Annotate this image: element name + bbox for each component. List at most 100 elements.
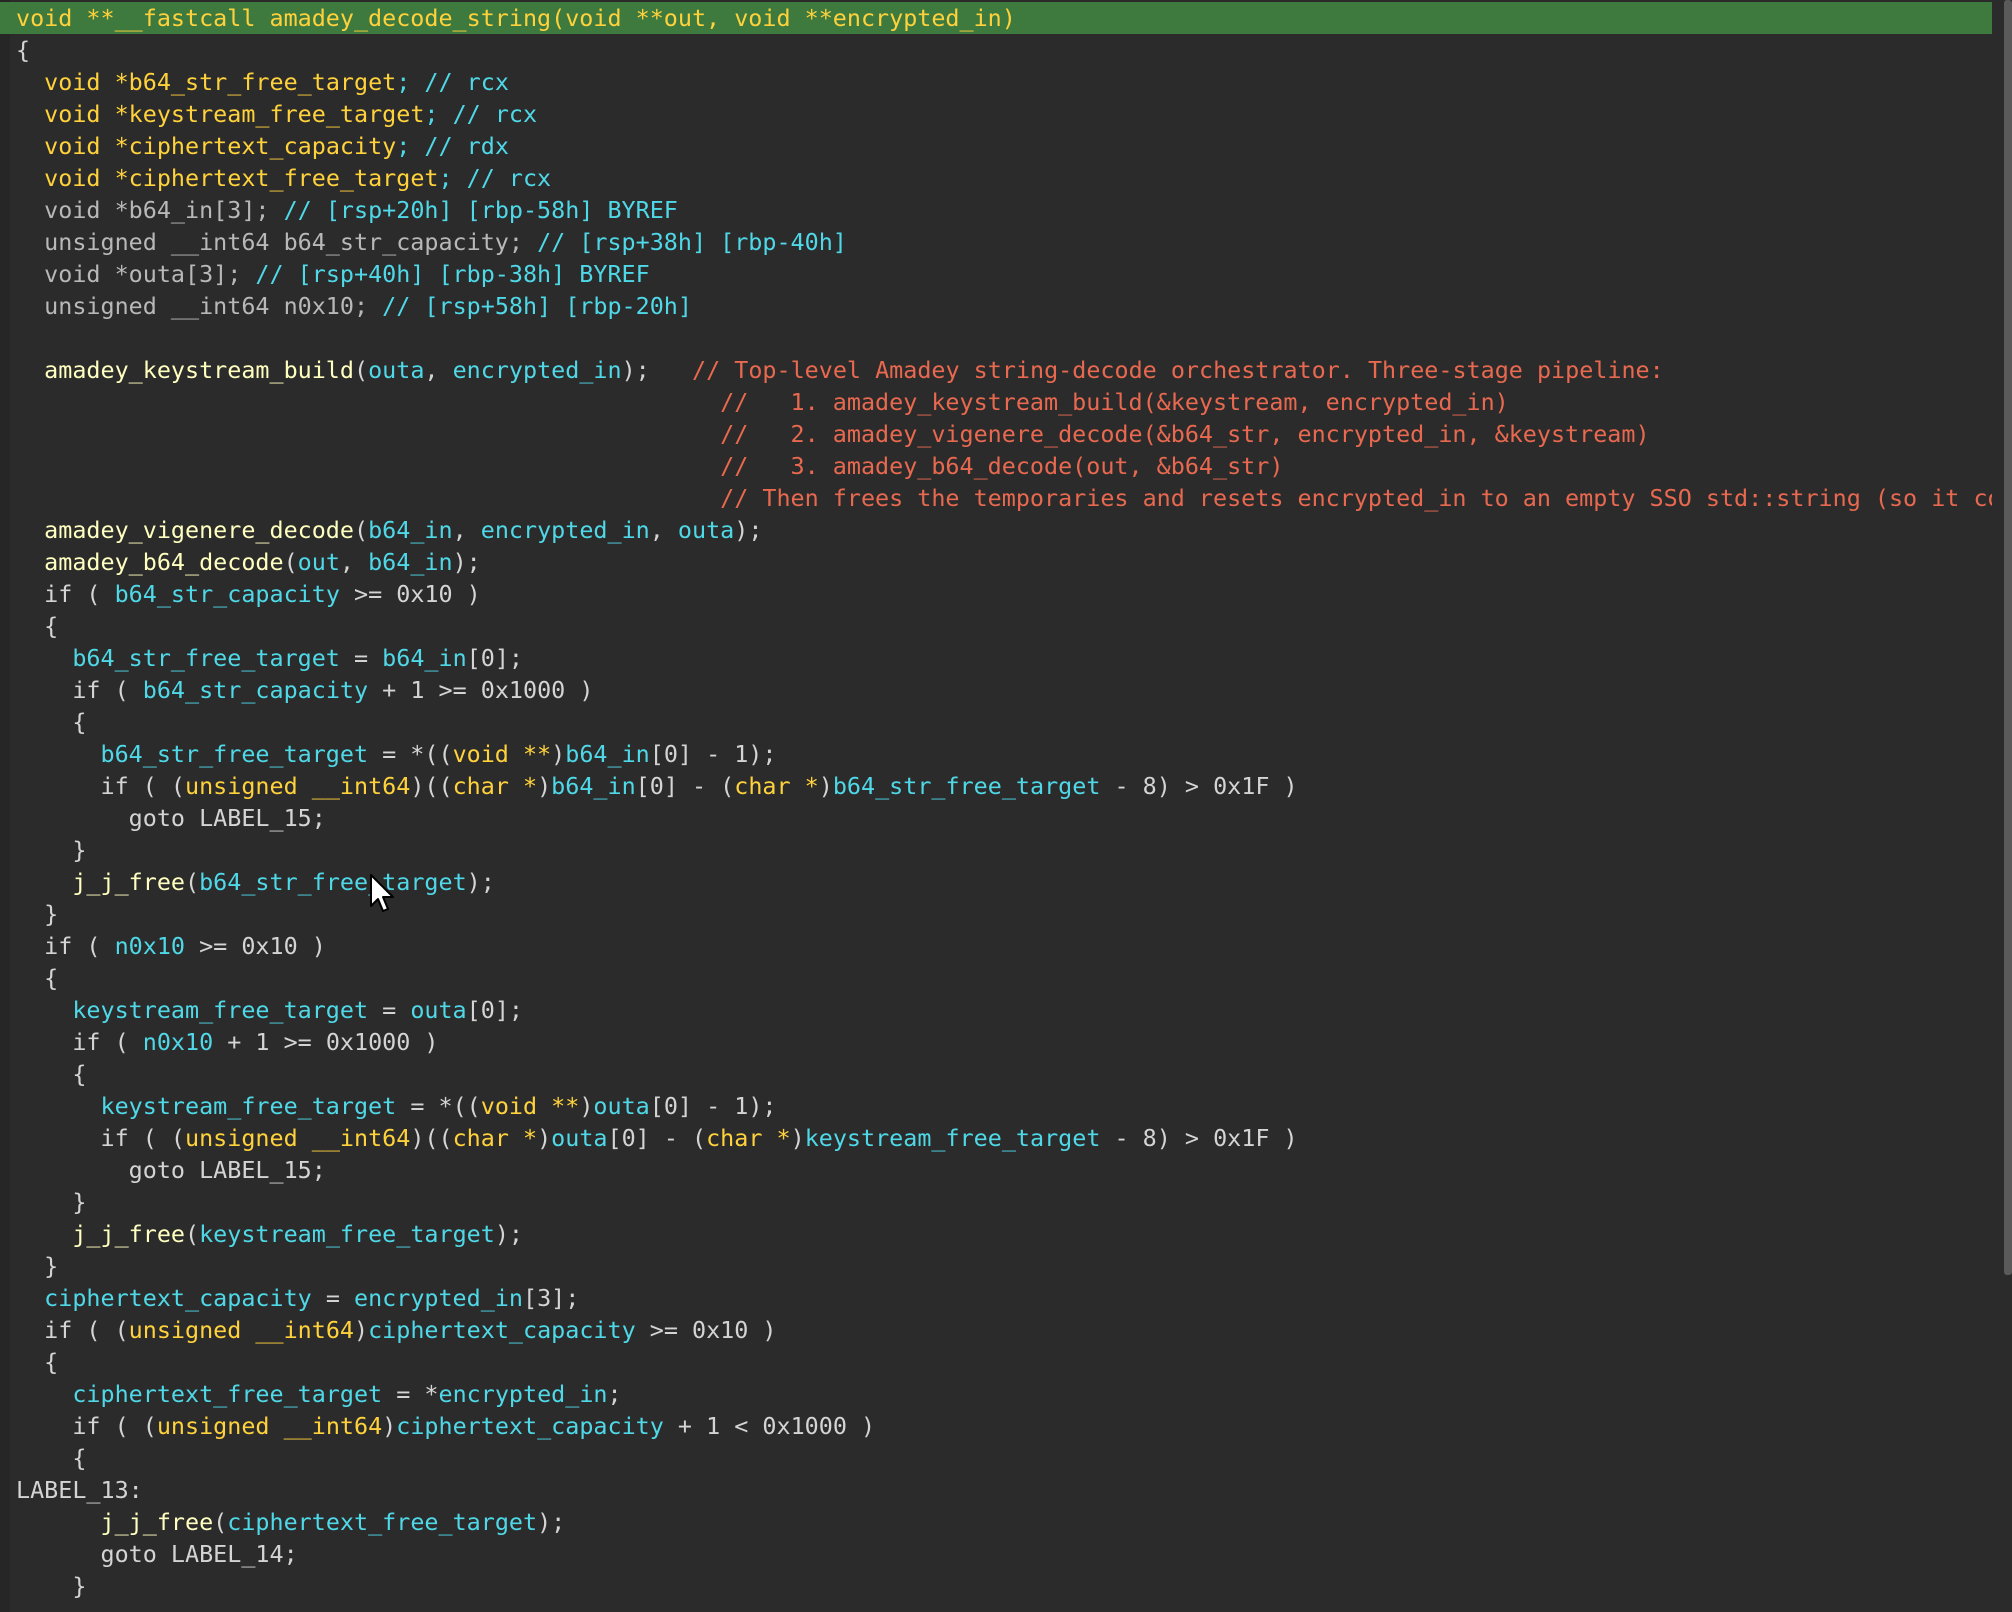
code-line[interactable]: amadey_keystream_build(outa, encrypted_i… <box>16 354 1992 386</box>
code-token: ( <box>213 1508 228 1536</box>
code-line[interactable]: // Then frees the temporaries and resets… <box>16 482 1992 514</box>
code-token: b64_in <box>551 772 636 800</box>
code-token: ciphertext_capacity <box>368 1316 636 1344</box>
code-line[interactable]: if ( n0x10 + 1 >= 0x1000 ) <box>16 1026 1992 1058</box>
code-token: b64_in <box>565 740 650 768</box>
code-line[interactable] <box>16 322 1992 354</box>
code-line[interactable]: amadey_vigenere_decode(b64_in, encrypted… <box>16 514 1992 546</box>
code-line[interactable]: b64_str_free_target = *((void **)b64_in[… <box>16 738 1992 770</box>
code-line[interactable]: { <box>16 962 1992 994</box>
code-line[interactable]: void *ciphertext_free_target; // rcx <box>16 162 1992 194</box>
code-token: encrypted_in <box>480 516 650 544</box>
vertical-scrollbar[interactable] <box>2004 0 2012 1612</box>
code-token: { <box>16 1060 87 1088</box>
line-gutter <box>0 0 10 1612</box>
code-line[interactable]: } <box>16 834 1992 866</box>
code-line[interactable]: if ( (unsigned __int64)((char *)b64_in[0… <box>16 770 1992 802</box>
code-line[interactable]: } <box>16 1186 1992 1218</box>
code-line[interactable]: keystream_free_target = *((void **)outa[… <box>16 1090 1992 1122</box>
code-token: ); <box>452 548 481 576</box>
code-line[interactable]: // 3. amadey_b64_decode(out, &b64_str) <box>16 450 1992 482</box>
code-line[interactable]: { <box>16 1442 1992 1474</box>
code-token: - 8) > 0x1F ) <box>1100 1124 1298 1152</box>
code-token: void *outa[3]; <box>16 260 256 288</box>
code-token: void ** <box>480 1092 580 1120</box>
code-token: keystream_free_target <box>128 100 425 128</box>
code-token: outa <box>368 356 425 384</box>
code-token: + 1 >= 0x1000 ) <box>368 676 594 704</box>
pseudocode-view[interactable]: void **__fastcall amadey_decode_string(v… <box>0 0 2012 1612</box>
code-line[interactable]: { <box>16 1346 1992 1378</box>
code-line[interactable]: ciphertext_capacity = encrypted_in[3]; <box>16 1282 1992 1314</box>
code-line[interactable]: b64_str_free_target = b64_in[0]; <box>16 642 1992 674</box>
code-line[interactable]: } <box>16 1570 1992 1602</box>
code-line[interactable]: void *outa[3]; // [rsp+40h] [rbp-38h] BY… <box>16 258 1992 290</box>
code-line[interactable]: { <box>16 706 1992 738</box>
code-token: outa <box>593 1092 650 1120</box>
code-line[interactable]: if ( n0x10 >= 0x10 ) <box>16 930 1992 962</box>
code-token: [0] - 1); <box>649 740 777 768</box>
code-line[interactable]: void *ciphertext_capacity; // rdx <box>16 130 1992 162</box>
code-token: ( <box>353 356 369 384</box>
code-token: ) <box>537 772 552 800</box>
code-line[interactable]: // 2. amadey_vigenere_decode(&b64_str, e… <box>16 418 1992 450</box>
code-token: keystream_free_target <box>804 1124 1101 1152</box>
code-line[interactable]: } <box>16 898 1992 930</box>
code-line[interactable]: if ( (unsigned __int64)ciphertext_capaci… <box>16 1314 1992 1346</box>
code-line[interactable]: goto LABEL_15; <box>16 802 1992 834</box>
code-token: )(( <box>410 772 453 800</box>
code-line[interactable]: LABEL_13: <box>16 1474 1992 1506</box>
code-line[interactable]: void *b64_str_free_target; // rcx <box>16 66 1992 98</box>
code-token: // [rsp+40h] [rbp-38h] BYREF <box>255 260 650 288</box>
code-token: ; // rcx <box>424 100 538 128</box>
code-token: } <box>16 1188 87 1216</box>
code-token: , <box>452 516 481 544</box>
code-line[interactable]: ciphertext_free_target = *encrypted_in; <box>16 1378 1992 1410</box>
code-token: { <box>16 36 31 64</box>
code-token: keystream_free_target <box>16 996 369 1024</box>
code-token: [3]; <box>522 1284 580 1312</box>
code-line[interactable]: amadey_b64_decode(out, b64_in); <box>16 546 1992 578</box>
code-token: b64_str_capacity <box>142 676 369 704</box>
code-token: goto LABEL_15; <box>16 804 326 832</box>
code-token: unsigned __int64 <box>128 1316 354 1344</box>
code-token: unsigned __int64 n0x10; <box>16 292 383 320</box>
code-line[interactable]: if ( b64_str_capacity >= 0x10 ) <box>16 578 1992 610</box>
code-line[interactable]: j_j_free(ciphertext_free_target); <box>16 1506 1992 1538</box>
code-line[interactable]: goto LABEL_14; <box>16 1538 1992 1570</box>
code-area[interactable]: void **__fastcall amadey_decode_string(v… <box>0 2 1992 1602</box>
code-line[interactable]: unsigned __int64 b64_str_capacity; // [r… <box>16 226 1992 258</box>
code-token: n0x10 <box>142 1028 214 1056</box>
code-token: goto LABEL_15; <box>16 1156 326 1184</box>
code-line[interactable]: { <box>16 1058 1992 1090</box>
function-signature-line[interactable]: void **__fastcall amadey_decode_string(v… <box>0 2 1992 34</box>
code-line[interactable]: goto LABEL_15; <box>16 1154 1992 1186</box>
code-token: encrypted_in <box>353 1284 523 1312</box>
code-line[interactable]: void *keystream_free_target; // rcx <box>16 98 1992 130</box>
code-line[interactable]: { <box>16 610 1992 642</box>
scrollbar-thumb[interactable] <box>2004 0 2012 1275</box>
code-line[interactable]: void *b64_in[3]; // [rsp+20h] [rbp-58h] … <box>16 194 1992 226</box>
code-token: char * <box>452 772 538 800</box>
code-token: >= 0x10 ) <box>635 1316 777 1344</box>
code-line[interactable]: if ( (unsigned __int64)((char *)outa[0] … <box>16 1122 1992 1154</box>
code-line[interactable]: } <box>16 1250 1992 1282</box>
code-token: if ( ( <box>16 772 185 800</box>
code-line[interactable]: j_j_free(b64_str_free_target); <box>16 866 1992 898</box>
code-line[interactable]: // 1. amadey_keystream_build(&keystream,… <box>16 386 1992 418</box>
code-line[interactable]: j_j_free(keystream_free_target); <box>16 1218 1992 1250</box>
code-token: = <box>368 996 411 1024</box>
code-line[interactable]: unsigned __int64 n0x10; // [rsp+58h] [rb… <box>16 290 1992 322</box>
code-token: + 1 >= 0x1000 ) <box>213 1028 439 1056</box>
code-line[interactable]: if ( b64_str_capacity + 1 >= 0x1000 ) <box>16 674 1992 706</box>
code-token: [0] - ( <box>635 772 735 800</box>
code-line[interactable]: keystream_free_target = outa[0]; <box>16 994 1992 1026</box>
code-line[interactable]: { <box>16 34 1992 66</box>
code-token: amadey_vigenere_decode <box>16 516 354 544</box>
code-line[interactable]: if ( (unsigned __int64)ciphertext_capaci… <box>16 1410 1992 1442</box>
code-token: unsigned __int64 <box>156 1412 383 1440</box>
code-token: unsigned __int64 <box>185 772 411 800</box>
code-token: if ( <box>16 676 143 704</box>
code-token: void **__fastcall amadey_decode_string(v… <box>16 4 1016 32</box>
code-token: char * <box>452 1124 538 1152</box>
